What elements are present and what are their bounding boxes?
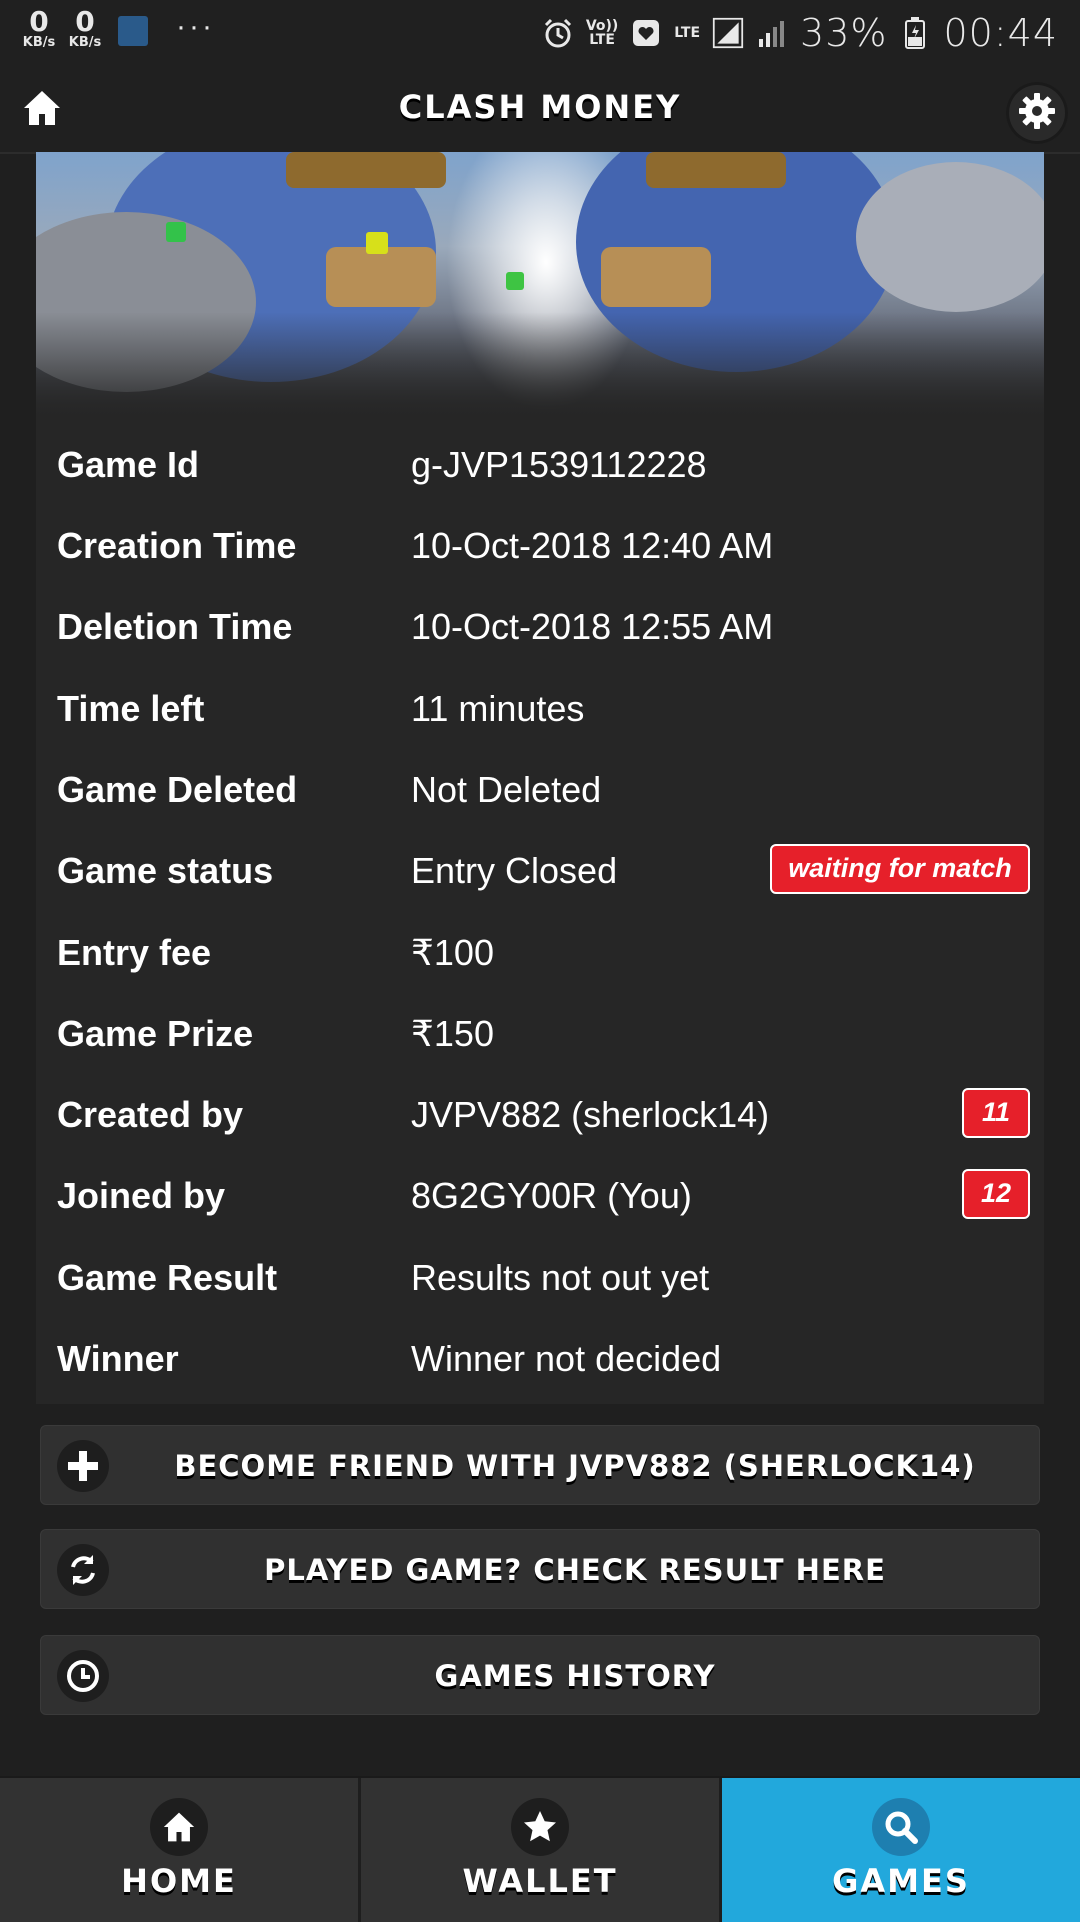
game-banner-image bbox=[36, 152, 1044, 422]
detail-value: 8G2GY00R (You) bbox=[411, 1174, 692, 1216]
detail-label: Game Result bbox=[57, 1256, 278, 1298]
detail-value: ₹100 bbox=[411, 931, 494, 973]
detail-value: Winner not decided bbox=[411, 1337, 722, 1379]
detail-row-deletion-time: Deletion Time 10-Oct-2018 12:55 AM bbox=[36, 586, 1044, 667]
detail-row-game-deleted: Game Deleted Not Deleted bbox=[36, 749, 1044, 830]
games-history-button[interactable]: GAMES HISTORY bbox=[40, 1635, 1040, 1715]
status-icons: Vo)) LTE LTE 33% 00:44 bbox=[542, 10, 1058, 56]
joiner-level-badge: 12 bbox=[962, 1169, 1030, 1219]
settings-icon bbox=[1018, 92, 1056, 135]
app-header: CLASH MONEY bbox=[0, 66, 1080, 154]
detail-label: Game Prize bbox=[57, 1012, 254, 1054]
detail-label: Game status bbox=[57, 849, 274, 891]
detail-row-joined-by: Joined by 8G2GY00R (You) 12 bbox=[36, 1155, 1044, 1236]
detail-row-game-status: Game status Entry Closed waiting for mat… bbox=[36, 830, 1044, 911]
nav-games[interactable]: GAMES bbox=[722, 1778, 1080, 1922]
detail-label: Entry fee bbox=[57, 931, 212, 973]
detail-label: Creation Time bbox=[57, 524, 297, 566]
check-result-button[interactable]: PLAYED GAME? CHECK RESULT HERE bbox=[40, 1529, 1040, 1609]
plus-icon bbox=[57, 1440, 109, 1492]
detail-row-created-by: Created by JVPV882 (sherlock14) 11 bbox=[36, 1074, 1044, 1155]
volte-indicator: Vo)) LTE bbox=[585, 18, 619, 48]
detail-value: g-JVP1539112228 bbox=[411, 443, 707, 485]
detail-row-game-result: Game Result Results not out yet bbox=[36, 1237, 1044, 1318]
games-history-label: GAMES HISTORY bbox=[434, 1659, 716, 1693]
detail-label: Game Deleted bbox=[57, 768, 298, 810]
become-friend-button[interactable]: BECOME FRIEND WITH JVPV882 (SHERLOCK14) bbox=[40, 1425, 1040, 1505]
clock-time: 00:44 bbox=[943, 11, 1058, 55]
detail-value: ₹150 bbox=[411, 1012, 494, 1054]
nav-home[interactable]: HOME bbox=[0, 1778, 361, 1922]
detail-label: Winner bbox=[57, 1337, 179, 1379]
waiting-for-match-badge: waiting for match bbox=[770, 844, 1030, 894]
search-icon bbox=[872, 1798, 930, 1856]
detail-value: JVPV882 (sherlock14) bbox=[411, 1093, 770, 1135]
home-icon bbox=[150, 1798, 208, 1856]
detail-row-game-prize: Game Prize ₹150 bbox=[36, 993, 1044, 1074]
nav-wallet[interactable]: WALLET bbox=[361, 1778, 722, 1922]
detail-label: Created by bbox=[57, 1093, 244, 1135]
detail-row-time-left: Time left 11 minutes bbox=[36, 668, 1044, 749]
check-result-label: PLAYED GAME? CHECK RESULT HERE bbox=[264, 1553, 886, 1587]
alarm-icon bbox=[542, 17, 574, 49]
battery-icon bbox=[899, 17, 931, 49]
lte-indicator: LTE bbox=[674, 25, 701, 41]
detail-label: Joined by bbox=[57, 1174, 226, 1216]
detail-value: 10-Oct-2018 12:55 AM bbox=[411, 605, 774, 647]
detail-value: Entry Closed bbox=[411, 849, 618, 891]
detail-value: 11 minutes bbox=[411, 687, 585, 729]
battery-percent: 33% bbox=[800, 11, 888, 55]
nav-games-label: GAMES bbox=[832, 1862, 970, 1900]
app-title: CLASH MONEY bbox=[398, 88, 682, 126]
detail-row-creation-time: Creation Time 10-Oct-2018 12:40 AM bbox=[36, 505, 1044, 586]
nav-wallet-label: WALLET bbox=[462, 1862, 618, 1900]
bottom-navigation: HOME WALLET GAMES bbox=[0, 1776, 1080, 1922]
settings-button[interactable] bbox=[1006, 82, 1068, 144]
detail-label: Game Id bbox=[57, 443, 200, 485]
star-icon bbox=[511, 1798, 569, 1856]
net-upload-indicator: 0 KB/s bbox=[68, 5, 102, 50]
detail-label: Deletion Time bbox=[57, 605, 293, 647]
detail-label: Time left bbox=[57, 687, 205, 729]
nav-home-label: HOME bbox=[121, 1862, 237, 1900]
clash-money-notification-icon bbox=[118, 16, 148, 46]
detail-row-winner: Winner Winner not decided bbox=[36, 1318, 1044, 1399]
creator-level-badge: 11 bbox=[962, 1088, 1030, 1138]
detail-row-entry-fee: Entry fee ₹100 bbox=[36, 912, 1044, 993]
detail-value: 10-Oct-2018 12:40 AM bbox=[411, 524, 774, 566]
refresh-icon bbox=[57, 1544, 109, 1596]
become-friend-label: BECOME FRIEND WITH JVPV882 (SHERLOCK14) bbox=[174, 1449, 976, 1483]
net-download-indicator: 0 KB/s bbox=[22, 5, 56, 50]
clock-icon bbox=[57, 1650, 109, 1702]
signal-2-icon bbox=[756, 17, 788, 49]
detail-value: Results not out yet bbox=[411, 1256, 710, 1298]
status-bar: 0 KB/s 0 KB/s ··· Vo)) LTE LTE 33% 00:44 bbox=[0, 0, 1080, 66]
detail-value: Not Deleted bbox=[411, 768, 602, 810]
signal-icon bbox=[712, 17, 744, 49]
more-notifications-icon: ··· bbox=[176, 10, 215, 43]
game-details-table: Game Id g-JVP1539112228 Creation Time 10… bbox=[36, 420, 1044, 1404]
heart-app-icon bbox=[630, 17, 662, 49]
detail-row-game-id: Game Id g-JVP1539112228 bbox=[36, 424, 1044, 505]
